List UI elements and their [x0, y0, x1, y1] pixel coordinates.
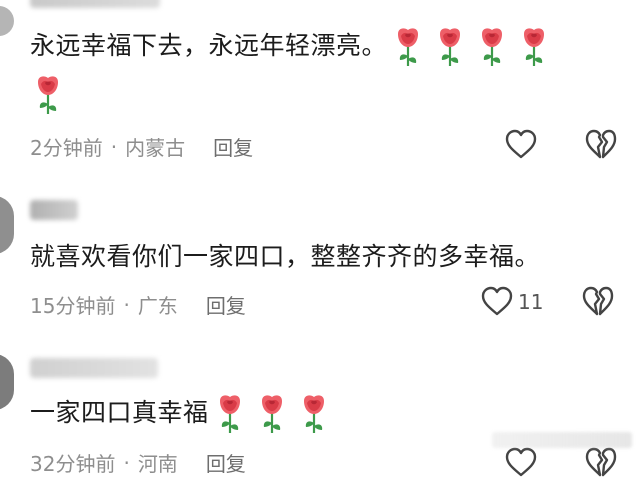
- comment-location: 广东: [137, 294, 178, 318]
- comment-text-content: 一家四口真幸福: [30, 398, 209, 427]
- comment-actions: 11: [480, 285, 615, 319]
- rose-emoji: [34, 74, 62, 116]
- comment-text: 永远幸福下去，永远年轻漂亮。: [30, 26, 555, 68]
- reply-button[interactable]: 回复: [213, 132, 253, 161]
- dislike-icon[interactable]: [581, 285, 615, 319]
- comment-meta: 32分钟前 · 河南 回复: [30, 448, 246, 477]
- comment-text: 一家四口真幸福: [30, 393, 335, 435]
- like-icon[interactable]: [504, 446, 538, 480]
- separator-dot: ·: [110, 134, 118, 159]
- comment-actions: [504, 446, 618, 480]
- like-count: 11: [518, 290, 544, 314]
- dislike-icon[interactable]: [584, 128, 618, 162]
- avatar[interactable]: [0, 196, 14, 254]
- comment-time: 2分钟前: [30, 136, 103, 160]
- comment-actions: [504, 128, 618, 162]
- rose-emoji: [394, 26, 422, 68]
- comment-time: 32分钟前: [30, 452, 116, 476]
- rose-emoji: [478, 26, 506, 68]
- comment-time: 15分钟前: [30, 294, 116, 318]
- comment-meta: 2分钟前 · 内蒙古 回复: [30, 132, 253, 161]
- avatar[interactable]: [0, 354, 14, 410]
- watermark: [492, 432, 632, 448]
- comment-username-blurred[interactable]: [30, 0, 160, 8]
- separator-dot: ·: [123, 450, 130, 475]
- comment-location: 内蒙古: [125, 136, 186, 160]
- comment-username-blurred[interactable]: [30, 200, 78, 220]
- comment-meta: 15分钟前 · 广东 回复: [30, 290, 246, 319]
- separator-dot: ·: [123, 292, 130, 317]
- comment-location: 河南: [137, 452, 178, 476]
- rose-emoji: [520, 26, 548, 68]
- like-icon[interactable]: [480, 285, 514, 319]
- rose-emoji: [436, 26, 464, 68]
- comment-text: 就喜欢看你们一家四口，整整齐齐的多幸福。: [30, 242, 541, 271]
- reply-button[interactable]: 回复: [206, 448, 246, 477]
- comment-username-blurred[interactable]: [30, 358, 158, 378]
- rose-emoji: [300, 393, 328, 435]
- reply-button[interactable]: 回复: [206, 290, 246, 319]
- comment-text-wrap: [30, 74, 69, 116]
- like-icon[interactable]: [504, 128, 538, 162]
- comment-text-content: 永远幸福下去，永远年轻漂亮。: [30, 31, 388, 60]
- avatar[interactable]: [0, 6, 14, 36]
- rose-emoji: [258, 393, 286, 435]
- dislike-icon[interactable]: [584, 446, 618, 480]
- rose-emoji: [216, 393, 244, 435]
